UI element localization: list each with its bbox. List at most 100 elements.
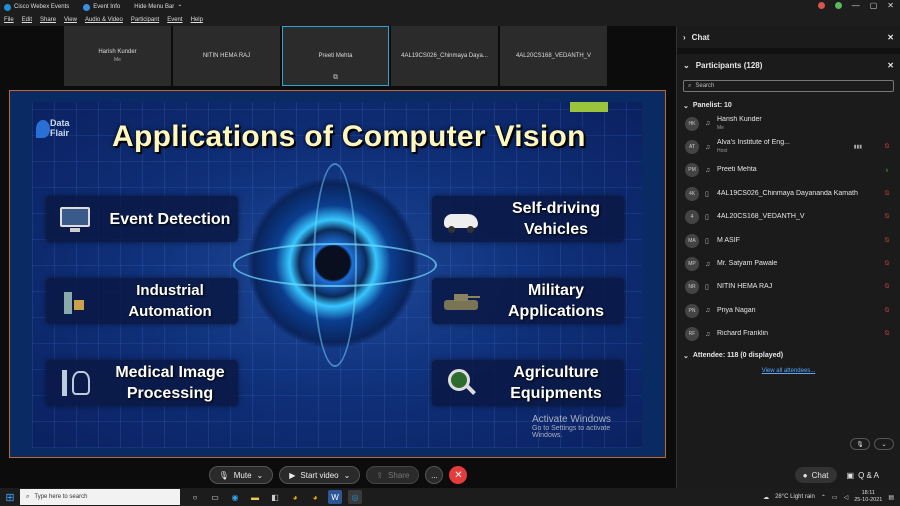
thumb-sub: Me xyxy=(114,57,121,63)
participant-search-input[interactable]: ⌕ Search xyxy=(683,80,894,92)
store-icon[interactable]: ◧ xyxy=(268,490,282,504)
hide-menu-bar-button[interactable]: Hide Menu Bar ⌃ xyxy=(134,4,182,11)
menu-event[interactable]: Event xyxy=(167,17,182,23)
share-button[interactable]: ⇪ Share xyxy=(366,466,420,484)
thumb-name: NITIN HEMA RAJ xyxy=(202,53,251,59)
menu-audio-video[interactable]: Audio & Video xyxy=(85,17,123,23)
menu-help[interactable]: Help xyxy=(191,17,203,23)
weather-label[interactable]: 28°C Light rain xyxy=(775,494,815,500)
qa-icon: ▣ xyxy=(846,470,855,480)
chrome-icon-2[interactable]: ◕ xyxy=(308,490,322,504)
participant-row[interactable]: RF ♫ Richard Franklin ⍉ xyxy=(677,323,900,346)
participant-name: Harish Kunder Me xyxy=(717,116,882,132)
participant-name-text: 4AL19CS026_Chinmaya Dayananda Kamath xyxy=(717,189,858,197)
menu-participant[interactable]: Participant xyxy=(131,17,159,23)
participant-row[interactable]: 4 ▯ 4AL20CS168_VEDANTH_V ⍉ xyxy=(677,206,900,229)
windows-start-icon[interactable]: ⊞ xyxy=(0,491,20,504)
network-icon[interactable]: ▭ xyxy=(832,494,838,501)
taskbar-search-placeholder: Type here to search xyxy=(34,494,88,500)
menu-share[interactable]: Share xyxy=(40,17,56,23)
card-medical-image: Medical Image Processing xyxy=(46,360,238,406)
user-avatar-icon[interactable] xyxy=(834,2,842,9)
headset-icon: ♫ xyxy=(705,330,711,338)
participant-name: Preeti Mehta xyxy=(717,166,882,174)
minimize-icon[interactable]: — xyxy=(852,1,860,10)
video-thumb-vedanth[interactable]: 4AL20CS168_VEDANTH_V xyxy=(500,26,607,86)
panelist-list: HK ♫ Harish Kunder Me AT ♫ Alva's Institute of… xyxy=(677,112,900,346)
notifications-icon[interactable]: ▤ xyxy=(888,494,894,501)
card-label: Self-driving Vehicles xyxy=(511,200,600,238)
file-explorer-icon[interactable]: ▬ xyxy=(248,490,262,504)
chrome-icon[interactable]: ◕ xyxy=(288,490,302,504)
panel-more-button[interactable]: ⌄ xyxy=(874,438,894,450)
taskbar-search-input[interactable]: ⌕ Type here to search xyxy=(20,489,180,505)
mic-muted-icon[interactable]: ⍉ xyxy=(882,330,892,338)
participants-panel-header[interactable]: ⌄ Participants (128) ✕ xyxy=(677,54,900,76)
headset-icon: ♫ xyxy=(705,166,711,174)
participant-row[interactable]: PM ♫ Preeti Mehta ♁ xyxy=(677,159,900,182)
mic-muted-icon[interactable]: ⍉ xyxy=(882,283,892,291)
clock[interactable]: 18:11 25-10-2021 xyxy=(854,490,882,504)
cortana-icon[interactable]: ○ xyxy=(188,490,202,504)
edge-icon[interactable]: ◉ xyxy=(228,490,242,504)
participant-row[interactable]: MP ♫ Mr. Satyam Pawale ⍉ xyxy=(677,252,900,275)
headset-icon: ♫ xyxy=(705,307,711,315)
video-thumb-preeti[interactable]: Preeti Mehta ⧉ xyxy=(282,26,389,86)
avatar: PM xyxy=(685,163,699,178)
qa-toggle-button[interactable]: ▣ Q & A xyxy=(847,471,879,480)
mic-muted-icon[interactable]: ⍉ xyxy=(882,237,892,245)
attendee-section-header[interactable]: ⌄ Attendee: 118 (0 displayed) xyxy=(677,346,900,362)
participant-row[interactable]: MA ▯ M ASIF ⍉ xyxy=(677,229,900,252)
card-agriculture: Agriculture Equipments xyxy=(432,360,624,406)
mic-muted-icon[interactable]: ⍉ xyxy=(882,190,892,198)
panelist-section-header[interactable]: ⌄ Panelist: 10 xyxy=(677,96,900,112)
more-options-button[interactable]: ... xyxy=(425,466,444,484)
mic-muted-icon[interactable]: ⍉ xyxy=(882,213,892,221)
maximize-icon[interactable]: ▢ xyxy=(870,1,878,10)
menu-bar: File Edit Share View Audio & Video Parti… xyxy=(0,14,900,26)
volume-icon[interactable]: ◁ xyxy=(844,494,849,501)
end-meeting-button[interactable]: ✕ xyxy=(449,466,468,484)
chat-toggle-button[interactable]: ● Chat xyxy=(794,467,837,483)
mic-muted-icon[interactable]: ⍉ xyxy=(882,143,892,151)
participant-name-text: M ASIF xyxy=(717,236,740,244)
participant-row[interactable]: NR ▯ NITIN HEMA RAJ ⍉ xyxy=(677,276,900,299)
participant-row[interactable]: HK ♫ Harish Kunder Me xyxy=(677,112,900,135)
video-thumb-chinmaya[interactable]: 4AL19CS026_Chinmaya Daya... xyxy=(391,26,498,86)
video-thumb-harish[interactable]: Harish Kunder Me xyxy=(64,26,171,86)
weather-icon: ☁ xyxy=(763,494,770,501)
info-icon xyxy=(83,3,91,11)
video-thumb-nitin[interactable]: NITIN HEMA RAJ xyxy=(173,26,280,86)
shared-content: Data Flair Applications of Computer Visio… xyxy=(9,90,666,458)
event-info-button[interactable]: Event Info xyxy=(83,3,120,11)
close-chat-icon[interactable]: ✕ xyxy=(887,33,894,42)
participant-name-text: Alva's Institute of Eng... xyxy=(717,139,790,147)
app-title: Cisco Webex Events xyxy=(4,3,69,11)
mic-muted-icon[interactable]: ⍉ xyxy=(882,260,892,268)
mute-all-button[interactable]: 🎙 xyxy=(850,438,870,450)
participant-row[interactable]: PN ♫ Priya Nagari ⍉ xyxy=(677,299,900,322)
mic-muted-icon[interactable]: ⍉ xyxy=(882,307,892,315)
participant-row[interactable]: AT ♫ Alva's Institute of Eng... Host ▮▮▮ ⍉ xyxy=(677,135,900,158)
start-video-button[interactable]: ▶ Start video ⌄ xyxy=(279,466,361,484)
view-all-attendees-link[interactable]: View all attendees... xyxy=(677,368,900,374)
task-view-icon[interactable]: ▭ xyxy=(208,490,222,504)
participant-row[interactable]: 4K ▯ 4AL19CS026_Chinmaya Dayananda Kamath ⍉ xyxy=(677,182,900,205)
tray-chevron-icon[interactable]: ⌃ xyxy=(821,494,826,501)
word-icon[interactable]: W xyxy=(328,490,342,504)
mic-on-icon[interactable]: ♁ xyxy=(882,167,892,174)
logo-mark-icon xyxy=(36,120,50,138)
menu-edit[interactable]: Edit xyxy=(22,17,32,23)
close-window-icon[interactable]: ✕ xyxy=(887,1,894,10)
mute-button[interactable]: 🎙 Mute ⌄ xyxy=(208,466,274,484)
menu-view[interactable]: View xyxy=(64,17,77,23)
chevron-down-icon: ⌄ xyxy=(343,470,351,480)
menu-file[interactable]: File xyxy=(4,17,14,23)
window-controls: — ▢ ✕ xyxy=(817,1,894,10)
chat-panel-header[interactable]: › Chat ✕ xyxy=(677,26,900,48)
close-participants-icon[interactable]: ✕ xyxy=(887,61,894,70)
avatar: RF xyxy=(685,327,699,342)
webex-taskbar-icon[interactable]: ◎ xyxy=(348,490,362,504)
notification-icon[interactable] xyxy=(817,2,825,9)
mute-label: Mute xyxy=(233,470,252,480)
